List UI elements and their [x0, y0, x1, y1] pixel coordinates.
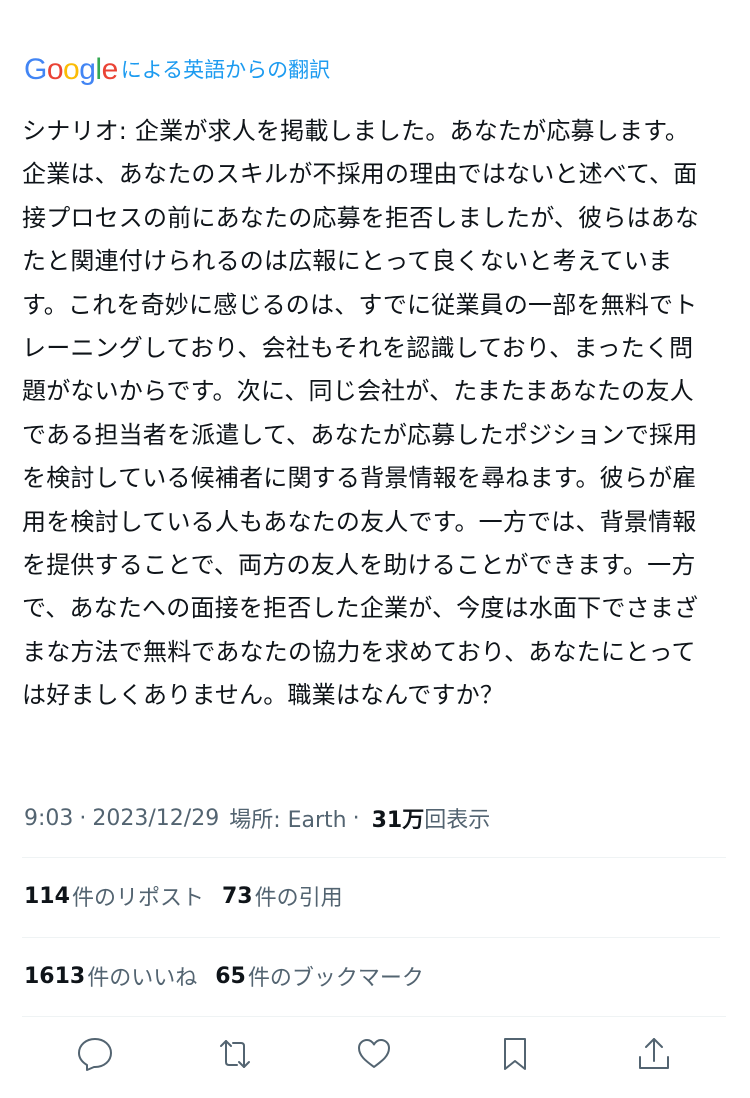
stats-row-reposts: 114 件のリポスト 73 件の引用	[24, 878, 361, 914]
google-logo-letter: G	[24, 53, 47, 86]
repost-label: 件のリポスト	[71, 886, 204, 911]
share-icon	[634, 1034, 674, 1078]
tweet-date[interactable]: 2023/12/29	[92, 806, 219, 831]
meta-separator: ·	[352, 805, 360, 831]
bookmark-count: 65	[215, 963, 246, 989]
views-count: 31万	[371, 808, 425, 833]
google-logo-letter: o	[46, 53, 64, 86]
bookmark-count-stat[interactable]: 65 件のブックマーク	[215, 960, 424, 992]
action-bar	[0, 1028, 750, 1088]
google-logo-letter: o	[63, 53, 80, 86]
repost-count-stat[interactable]: 114 件のリポスト	[24, 880, 204, 912]
divider	[22, 1016, 726, 1017]
tweet-text: シナリオ: 企業が求人を掲載しました。あなたが応募します。企業は、あなたのスキル…	[22, 117, 700, 710]
quote-label: 件の引用	[254, 886, 343, 911]
quote-count: 73	[221, 883, 253, 909]
like-count-stat[interactable]: 1613 件のいいね	[24, 960, 197, 992]
tweet-meta: 9:03 · 2023/12/29 場所: Earth · 31万 回表示	[24, 800, 490, 836]
repost-button[interactable]	[213, 1034, 257, 1078]
meta-separator: ·	[79, 805, 87, 831]
tweet-time[interactable]: 9:03	[24, 806, 73, 831]
google-logo: Google	[24, 55, 118, 85]
share-button[interactable]	[632, 1034, 676, 1078]
bookmark-button[interactable]	[493, 1034, 537, 1078]
divider	[22, 857, 726, 858]
translation-attribution[interactable]: Google による英語からの翻訳	[24, 50, 330, 90]
google-logo-letter: g	[79, 53, 96, 86]
translation-label[interactable]: による英語からの翻訳	[121, 59, 330, 81]
like-label: 件のいいね	[87, 966, 198, 991]
divider	[22, 937, 720, 938]
views-label: 回表示	[424, 808, 491, 833]
like-count: 1613	[24, 963, 86, 989]
tweet-location: 場所: Earth	[229, 808, 347, 833]
google-logo-letter: e	[101, 53, 119, 86]
like-icon	[354, 1034, 394, 1078]
bookmark-icon	[495, 1034, 535, 1078]
repost-icon	[215, 1034, 255, 1078]
bookmark-label: 件のブックマーク	[247, 966, 424, 991]
reply-button[interactable]	[73, 1034, 117, 1078]
reply-icon	[75, 1034, 115, 1078]
repost-count: 114	[24, 883, 70, 909]
stats-row-likes: 1613 件のいいね 65 件のブックマーク	[24, 958, 442, 994]
like-button[interactable]	[352, 1034, 396, 1078]
quote-count-stat[interactable]: 73 件の引用	[222, 880, 343, 912]
